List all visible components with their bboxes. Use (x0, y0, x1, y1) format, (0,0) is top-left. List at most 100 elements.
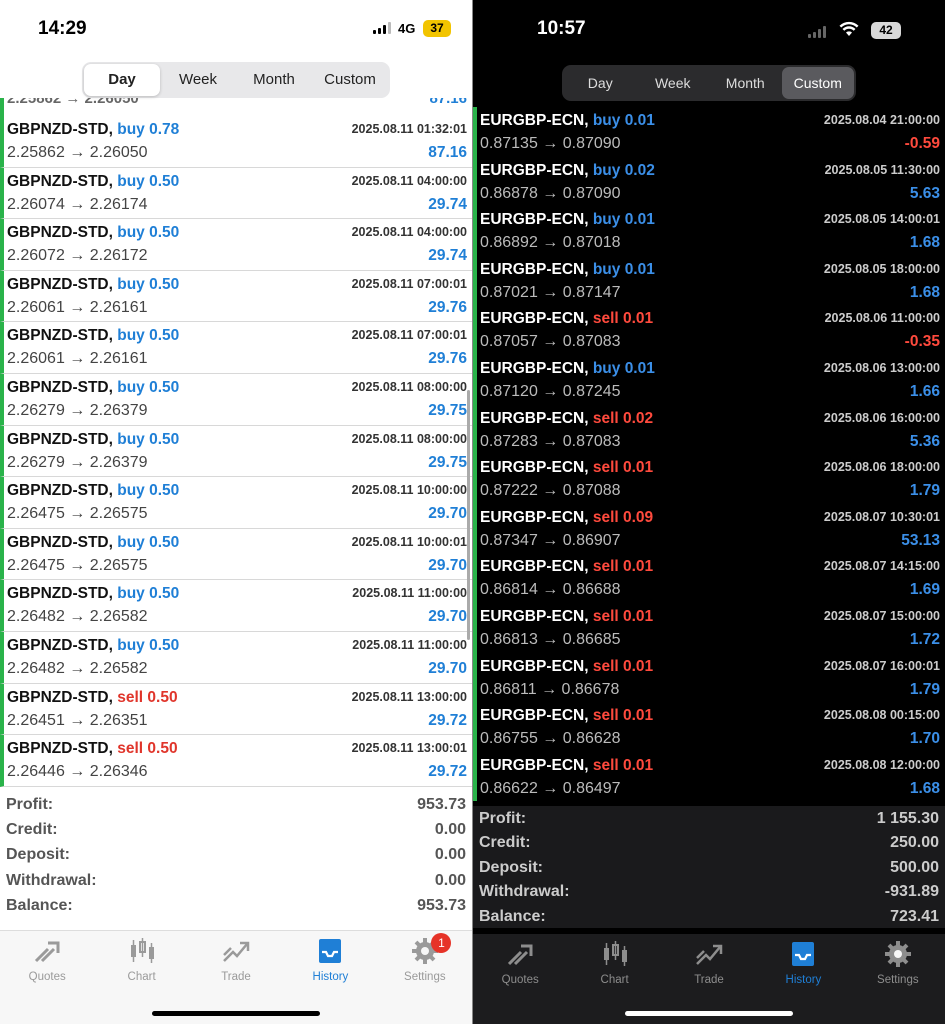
deal-row[interactable]: EURGBP-ECN, sell 0.01 2025.08.06 18:00:00… (473, 454, 945, 504)
deal-row[interactable]: EURGBP-ECN, sell 0.01 2025.08.08 12:00:00… (473, 751, 945, 802)
deal-action: buy 0.50 (117, 378, 180, 396)
deal-prices: 0.87283 → 0.87083 (480, 432, 621, 450)
symbol-text: GBPNZD-STD, (7, 327, 113, 345)
deal-action: buy 0.50 (117, 533, 180, 551)
deal-row[interactable]: EURGBP-ECN, buy 0.01 2025.08.05 14:00:01 0… (473, 206, 945, 256)
symbol-text: GBPNZD-STD, (7, 224, 113, 242)
deal-action: buy 0.01 (592, 112, 655, 129)
deal-symbol: EURGBP-ECN, buy 0.01 (480, 112, 655, 130)
history-icon (756, 940, 850, 968)
tab-quotes[interactable]: Quotes (0, 931, 94, 1024)
summary-row: Credit: 250.00 (473, 830, 945, 854)
symbol-text: GBPNZD-STD, (7, 585, 113, 603)
deal-row[interactable]: EURGBP-ECN, sell 0.01 2025.08.07 15:00:00… (473, 602, 945, 653)
deal-symbol: GBPNZD-STD, buy 0.50 (7, 276, 179, 294)
deal-row[interactable]: GBPNZD-STD, buy 0.50 2025.08.11 04:00:00 2… (0, 167, 472, 220)
deal-symbol: GBPNZD-STD, buy 0.50 (7, 173, 179, 191)
deal-prices: 0.87021 → 0.87147 (480, 283, 621, 301)
right-screen: 10:57 42 Day Week Month Custom EURGBP-EC… (473, 0, 945, 1024)
partial-row: 2.25862 → 2.26050 87.16 (0, 98, 472, 116)
symbol-text: EURGBP-ECN, (480, 112, 589, 129)
deal-row[interactable]: EURGBP-ECN, buy 0.01 2025.08.06 13:00:00 0… (473, 354, 945, 405)
partial-row-profit: 87.16 (429, 98, 467, 107)
deal-row[interactable]: GBPNZD-STD, buy 0.50 2025.08.11 08:00:00 2… (0, 425, 472, 478)
deal-profit: 29.72 (428, 711, 467, 729)
deal-symbol: GBPNZD-STD, buy 0.50 (7, 482, 179, 500)
chart-icon (94, 937, 188, 965)
deal-prices: 2.25862 → 2.26050 (7, 144, 148, 161)
tab-quotes[interactable]: Quotes (473, 934, 567, 1024)
deal-row[interactable]: EURGBP-ECN, sell 0.01 2025.08.08 00:15:00… (473, 702, 945, 752)
summary-row: Withdrawal: 0.00 (0, 868, 472, 893)
tab-settings[interactable]: Settings 1 (378, 931, 472, 1024)
summary-label: Withdrawal: (479, 883, 570, 901)
deal-row[interactable]: EURGBP-ECN, sell 0.01 2025.08.06 11:00:00… (473, 305, 945, 355)
deal-action: buy 0.01 (592, 260, 655, 278)
deal-row[interactable]: EURGBP-ECN, buy 0.01 2025.08.05 18:00:00 0… (473, 255, 945, 306)
segment-month[interactable]: Month (236, 64, 312, 96)
deal-symbol: GBPNZD-STD, buy 0.50 (7, 379, 179, 397)
deal-row[interactable]: GBPNZD-STD, buy 0.50 2025.08.11 04:00:00 2… (0, 219, 472, 271)
deal-datetime: 2025.08.08 12:00:00 (823, 757, 940, 772)
segment-week[interactable]: Week (637, 67, 710, 99)
summary-value: 0.00 (434, 871, 466, 889)
deal-row[interactable]: EURGBP-ECN, buy 0.02 2025.08.05 11:30:00 0… (473, 156, 945, 207)
deal-row[interactable]: GBPNZD-STD, sell 0.50 2025.08.11 13:00:00… (0, 683, 472, 736)
deal-row[interactable]: GBPNZD-STD, buy 0.50 2025.08.11 08:00:00 2… (0, 373, 472, 426)
segment-custom[interactable]: Custom (781, 67, 854, 99)
deal-action: buy 0.01 (592, 211, 655, 229)
symbol-text: EURGBP-ECN, (480, 310, 589, 328)
segment-day[interactable]: Day (84, 64, 160, 96)
deal-profit: -0.59 (904, 135, 940, 152)
summary-label: Deposit: (6, 846, 70, 864)
summary-row: Deposit: 0.00 (0, 842, 472, 867)
deal-profit: 1.68 (909, 234, 940, 252)
deal-profit: 1.72 (909, 630, 940, 648)
deal-action: sell 0.50 (117, 740, 178, 758)
deal-datetime: 2025.08.11 13:00:00 (351, 689, 467, 704)
deal-row[interactable]: GBPNZD-STD, buy 0.50 2025.08.11 07:00:01 2… (0, 270, 472, 323)
symbol-text: GBPNZD-STD, (7, 172, 113, 190)
segment-month[interactable]: Month (709, 67, 782, 99)
segment-week[interactable]: Week (160, 64, 236, 96)
deal-action: buy 0.50 (117, 482, 180, 500)
deal-row[interactable]: GBPNZD-STD, buy 0.50 2025.08.11 11:00:00 2… (0, 631, 472, 684)
segment-day[interactable]: Day (564, 67, 637, 99)
symbol-text: EURGBP-ECN, (480, 558, 589, 576)
tab-label: History (785, 974, 822, 986)
deals-list[interactable]: 2.25862 → 2.26050 87.16 GBPNZD-STD, buy … (0, 98, 472, 788)
deal-action: sell 0.01 (592, 707, 654, 725)
deal-row[interactable]: GBPNZD-STD, buy 0.50 2025.08.11 10:00:00 2… (0, 477, 472, 529)
deal-row[interactable]: GBPNZD-STD, buy 0.78 2025.08.11 01:32:01 2… (0, 116, 472, 168)
scrollbar[interactable] (467, 390, 470, 640)
deal-datetime: 2025.08.11 10:00:00 (351, 483, 467, 498)
symbol-text: EURGBP-ECN, (480, 459, 589, 477)
symbol-text: GBPNZD-STD, (7, 740, 113, 758)
tab-label: Chart (600, 974, 629, 986)
deal-row[interactable]: GBPNZD-STD, buy 0.50 2025.08.11 10:00:01 2… (0, 528, 472, 581)
deal-profit: 29.74 (428, 195, 467, 213)
deal-row[interactable]: EURGBP-ECN, sell 0.01 2025.08.07 14:15:00… (473, 553, 945, 603)
deal-row[interactable]: EURGBP-ECN, sell 0.01 2025.08.07 16:00:01… (473, 652, 945, 703)
deal-datetime: 2025.08.11 04:00:00 (351, 225, 467, 240)
deal-symbol: EURGBP-ECN, buy 0.01 (480, 261, 655, 279)
summary-value: 500.00 (890, 858, 939, 876)
deals-list[interactable]: EURGBP-ECN, buy 0.01 2025.08.04 21:00:00 0… (473, 107, 945, 803)
deal-row[interactable]: EURGBP-ECN, sell 0.09 2025.08.07 10:30:01… (473, 503, 945, 554)
deal-datetime: 2025.08.11 13:00:01 (351, 741, 467, 756)
summary-value: 723.41 (890, 907, 939, 925)
deal-row[interactable]: GBPNZD-STD, sell 0.50 2025.08.11 13:00:01… (0, 735, 472, 787)
deal-row[interactable]: EURGBP-ECN, sell 0.02 2025.08.06 16:00:00… (473, 404, 945, 455)
symbol-text: GBPNZD-STD, (7, 688, 113, 706)
deal-row[interactable]: GBPNZD-STD, buy 0.50 2025.08.11 07:00:01 2… (0, 322, 472, 374)
symbol-text: GBPNZD-STD, (7, 430, 113, 448)
segment-custom[interactable]: Custom (312, 64, 388, 96)
tab-bar: Quotes Chart Trade History Settings 1 (0, 930, 472, 1024)
quotes-icon (0, 937, 94, 965)
deal-action: sell 0.09 (592, 508, 654, 526)
tab-settings[interactable]: Settings (851, 934, 945, 1024)
deal-row[interactable]: EURGBP-ECN, buy 0.01 2025.08.04 21:00:00 0… (473, 107, 945, 157)
tab-label: Quotes (28, 971, 66, 983)
deal-row[interactable]: GBPNZD-STD, buy 0.50 2025.08.11 11:00:00 2… (0, 580, 472, 632)
deal-prices: 0.87057 → 0.87083 (480, 333, 621, 351)
